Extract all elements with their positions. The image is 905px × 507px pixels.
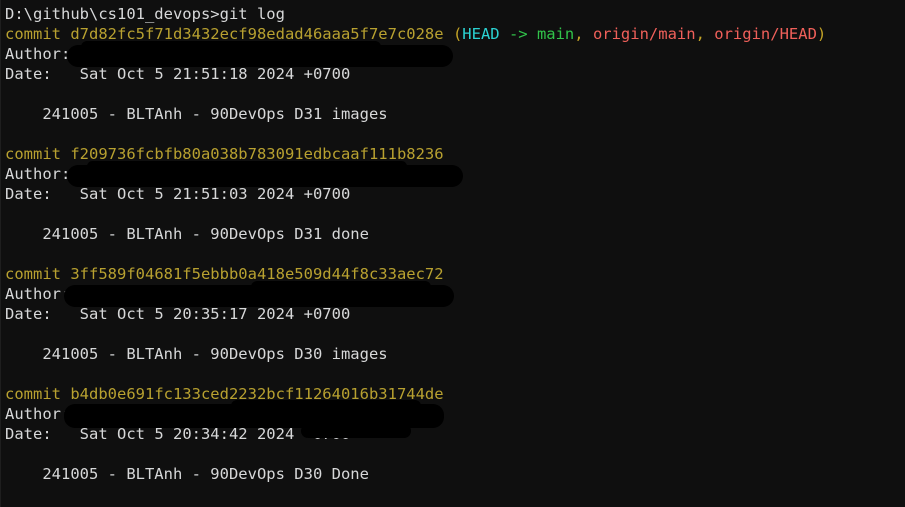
commit-message-line: 241005 - BLTAnh - 90DevOps D30 Done <box>3 464 905 484</box>
commit-author-line: Author: <box>3 164 905 184</box>
commit-message-line: 241005 - BLTAnh - 90DevOps D30 images <box>3 344 905 364</box>
author-label: Author: <box>5 45 71 63</box>
date-label: Date: <box>5 425 52 443</box>
commit-keyword: commit <box>5 385 71 403</box>
shell-prompt: D:\github\cs101_devops> <box>5 5 220 23</box>
date-value: Sat Oct 5 21:51:18 2024 +0700 <box>51 65 351 83</box>
decoration-close-paren: ) <box>816 25 827 43</box>
commit-date-line: Date: Sat Oct 5 20:35:17 2024 +0700 <box>3 304 905 324</box>
decoration-separator-2: , <box>695 25 715 43</box>
commit-message-line: 241005 - BLTAnh - 90DevOps D31 done <box>3 224 905 244</box>
terminal-window[interactable]: D:\github\cs101_devops>git log commit d7… <box>0 0 905 507</box>
commit-message: 241005 - BLTAnh - 90DevOps D31 done <box>5 225 369 243</box>
commit-date-line: Date: Sat Oct 5 21:51:03 2024 +0700 <box>3 184 905 204</box>
commit-hash-line: commit d7d82fc5f71d3432ecf98edad46aaa5f7… <box>3 24 905 44</box>
decoration-open-paren: ( <box>443 25 463 43</box>
command-line: D:\github\cs101_devops>git log <box>3 4 905 24</box>
date-value: Sat Oct 5 20:34:42 2024 +0700 <box>51 425 351 443</box>
decoration-arrow-icon: -> <box>499 25 537 43</box>
commit-author-line: Author: <box>3 404 905 424</box>
date-label: Date: <box>5 185 52 203</box>
commit-message: 241005 - BLTAnh - 90DevOps D30 Done <box>5 465 369 483</box>
date-label: Date: <box>5 305 52 323</box>
decoration-head-ref: HEAD <box>462 25 500 43</box>
date-value: Sat Oct 5 20:35:17 2024 +0700 <box>51 305 351 323</box>
author-label: Author: <box>5 405 71 423</box>
date-value: Sat Oct 5 21:51:03 2024 +0700 <box>51 185 351 203</box>
commit-hash-line: commit f209736fcbfb80a038b783091edbcaaf1… <box>3 144 905 164</box>
commit-hash: 3ff589f04681f5ebbb0a418e509d44f8c33aec72 <box>70 265 444 283</box>
commit-author-line: Author: <box>3 44 905 64</box>
commit-hash-line: commit b4db0e691fc133ced2232bcf11264016b… <box>3 384 905 404</box>
commit-hash: d7d82fc5f71d3432ecf98edad46aaa5f7e7c028e <box>70 25 444 43</box>
shell-command: git log <box>219 5 285 23</box>
decoration-remote-main: origin/main <box>592 25 696 43</box>
decoration-local-branch: main <box>536 25 575 43</box>
commit-hash: f209736fcbfb80a038b783091edbcaaf111b8236 <box>70 145 444 163</box>
commit-date-line: Date: Sat Oct 5 20:34:42 2024 +0700 <box>3 424 905 444</box>
commit-keyword: commit <box>5 145 71 163</box>
decoration-remote-head: origin/HEAD <box>714 25 817 43</box>
author-label: Author: <box>5 165 71 183</box>
commit-keyword: commit <box>5 25 71 43</box>
commit-hash-line: commit 3ff589f04681f5ebbb0a418e509d44f8c… <box>3 264 905 284</box>
commit-hash: b4db0e691fc133ced2232bcf11264016b31744de <box>70 385 444 403</box>
decoration-separator-1: , <box>574 25 593 43</box>
commit-author-line: Author: <box>3 284 905 304</box>
commit-message-line: 241005 - BLTAnh - 90DevOps D31 images <box>3 104 905 124</box>
commit-message: 241005 - BLTAnh - 90DevOps D30 images <box>5 345 388 363</box>
author-label: Author: <box>5 285 71 303</box>
commit-keyword: commit <box>5 265 71 283</box>
commit-date-line: Date: Sat Oct 5 21:51:18 2024 +0700 <box>3 64 905 84</box>
date-label: Date: <box>5 65 52 83</box>
commit-message: 241005 - BLTAnh - 90DevOps D31 images <box>5 105 388 123</box>
